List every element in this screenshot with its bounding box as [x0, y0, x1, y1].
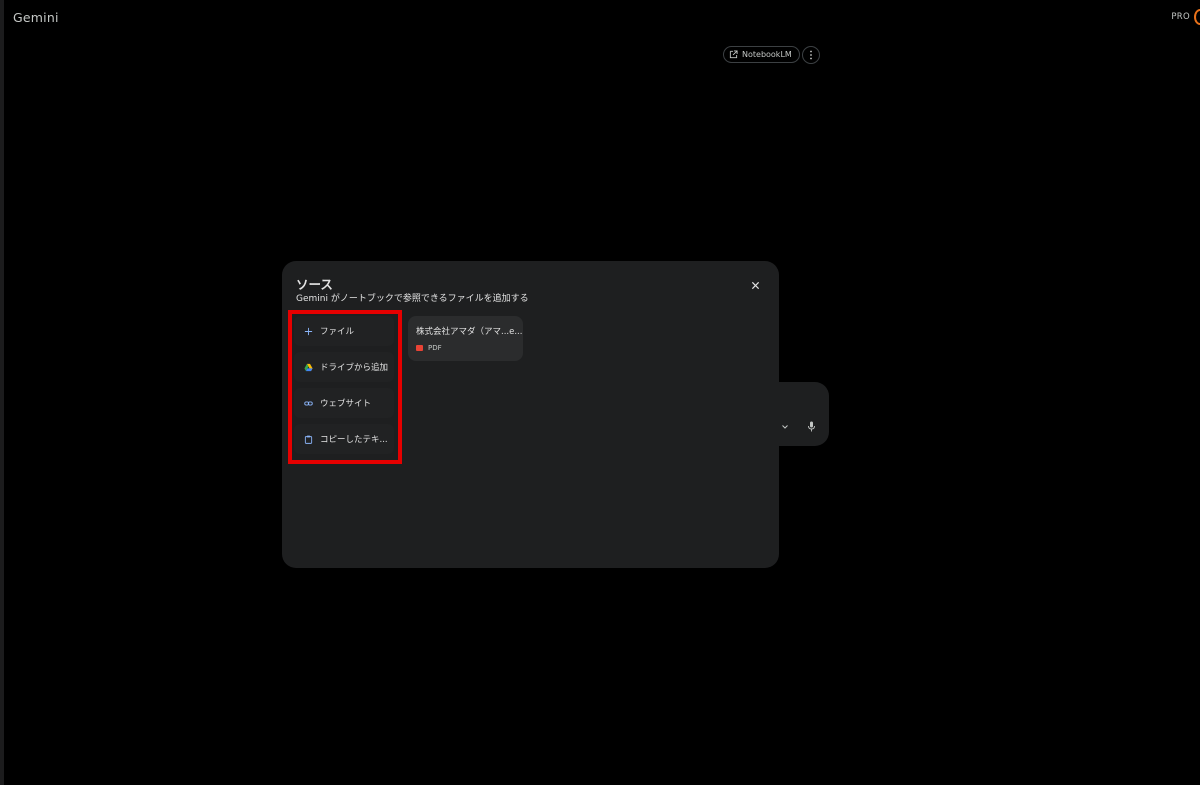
source-meta: PDF	[416, 344, 523, 352]
add-copied-text-option[interactable]: コピーしたテキ...	[294, 424, 394, 454]
option-label: ファイル	[320, 327, 355, 337]
option-label: ドライブから追加	[320, 363, 389, 373]
open-in-new-icon	[729, 50, 738, 59]
dialog-subtitle: Gemini がノートブックで参照できるファイルを追加する	[296, 294, 529, 304]
add-from-drive-option[interactable]: ドライブから追加	[294, 352, 394, 382]
pdf-icon	[416, 345, 423, 351]
chevron-down-icon[interactable]	[781, 423, 789, 431]
app-title[interactable]: Gemini	[13, 10, 59, 25]
option-label: コピーしたテキ...	[320, 435, 388, 445]
source-item[interactable]: 株式会社アマダ（アマ...e... PDF	[408, 316, 523, 361]
option-label: ウェブサイト	[320, 399, 372, 409]
add-file-option[interactable]: ファイル	[294, 316, 394, 346]
notebooklm-button[interactable]: NotebookLM	[723, 46, 800, 63]
link-icon	[304, 401, 313, 405]
mic-icon[interactable]	[807, 421, 816, 432]
sources-dialog: ソース Gemini がノートブックで参照できるファイルを追加する ファイル ド	[282, 261, 779, 568]
more-vert-icon	[810, 50, 812, 60]
source-type: PDF	[428, 344, 442, 352]
pro-badge: PRO	[1171, 12, 1190, 22]
close-button[interactable]	[748, 278, 762, 292]
plus-icon	[304, 327, 313, 335]
source-name: 株式会社アマダ（アマ...e...	[416, 327, 523, 337]
close-icon	[751, 281, 759, 289]
google-drive-icon	[304, 363, 313, 371]
notebooklm-label: NotebookLM	[742, 50, 792, 59]
page: Gemini PRO NotebookLM ソース Gemini がノートブック…	[0, 0, 1200, 785]
add-source-options: ファイル ドライブから追加 ウェブサイト コピーしたテキ...	[294, 316, 394, 460]
add-website-option[interactable]: ウェブサイト	[294, 388, 394, 418]
sidebar-edge	[0, 0, 4, 785]
more-options-button[interactable]	[802, 46, 820, 64]
clipboard-icon	[304, 435, 313, 444]
avatar[interactable]	[1194, 9, 1200, 25]
